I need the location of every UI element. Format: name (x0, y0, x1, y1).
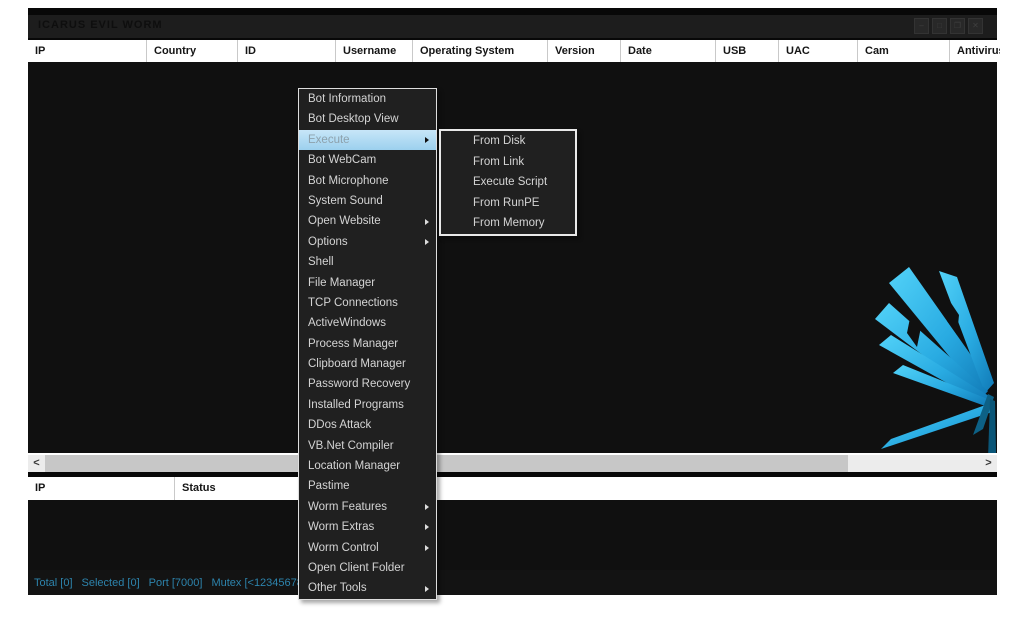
column-header-os[interactable]: Operating System (413, 40, 548, 62)
menu-item-options-label: Options (308, 236, 348, 248)
status-list-panel (28, 500, 997, 570)
column-header-date[interactable]: Date (621, 40, 716, 62)
submenu-arrow-icon (425, 219, 429, 225)
submenu-arrow-icon (425, 137, 429, 143)
menu-item-bot-desktop-view[interactable]: Bot Desktop View (299, 109, 436, 129)
execute-submenu: From Disk From Link Execute Script From … (439, 129, 577, 236)
window-top-border (28, 8, 997, 15)
submenu-arrow-icon (425, 239, 429, 245)
menu-item-other-tools[interactable]: Other Tools (299, 578, 436, 598)
scrollbar-thumb[interactable] (45, 455, 848, 472)
menu-item-bot-microphone[interactable]: Bot Microphone (299, 171, 436, 191)
column-header-version[interactable]: Version (548, 40, 621, 62)
submenu-arrow-icon (425, 524, 429, 530)
menu-item-system-sound[interactable]: System Sound (299, 191, 436, 211)
column-header-ip2[interactable]: IP (0, 477, 175, 500)
submenu-item-from-disk[interactable]: From Disk (441, 131, 575, 152)
horizontal-scrollbar[interactable]: < > (28, 455, 997, 472)
status-bar: Total [0] Selected [0] Port [7000] Mutex… (28, 570, 997, 595)
menu-item-bot-information[interactable]: Bot Information (299, 89, 436, 109)
submenu-item-execute-script[interactable]: Execute Script (441, 172, 575, 193)
menu-item-tcp-connections[interactable]: TCP Connections (299, 293, 436, 313)
column-header-cam[interactable]: Cam (858, 40, 950, 62)
menu-item-activewindows[interactable]: ActiveWindows (299, 313, 436, 333)
menu-item-execute-label: Execute (308, 134, 350, 146)
menu-item-other-tools-label: Other Tools (308, 582, 367, 594)
bot-table-header: IP Country ID Username Operating System … (0, 40, 1000, 62)
status-port: Port [7000] (149, 577, 203, 589)
status-total: Total [0] (34, 577, 73, 589)
menu-item-open-website-label: Open Website (308, 215, 381, 227)
menu-item-worm-extras-label: Worm Extras (308, 521, 374, 533)
menu-item-password-recovery[interactable]: Password Recovery (299, 374, 436, 394)
menu-item-worm-features-label: Worm Features (308, 501, 387, 513)
menu-item-bot-webcam[interactable]: Bot WebCam (299, 150, 436, 170)
menu-item-vbnet-compiler[interactable]: VB.Net Compiler (299, 436, 436, 456)
close-button[interactable]: ✕ (968, 18, 983, 34)
menu-item-clipboard-manager[interactable]: Clipboard Manager (299, 354, 436, 374)
submenu-item-from-memory[interactable]: From Memory (441, 213, 575, 234)
submenu-arrow-icon (425, 545, 429, 551)
status-mutex: Mutex [<12345678] (211, 577, 306, 589)
status-selected: Selected [0] (82, 577, 140, 589)
menu-item-execute[interactable]: Execute (299, 130, 436, 150)
submenu-item-from-runpe[interactable]: From RunPE (441, 193, 575, 214)
status-table-header: IP Status (0, 477, 1000, 500)
menu-item-process-manager[interactable]: Process Manager (299, 334, 436, 354)
menu-item-worm-control[interactable]: Worm Control (299, 538, 436, 558)
scroll-left-arrow[interactable]: < (28, 455, 45, 472)
column-header-country[interactable]: Country (147, 40, 238, 62)
window-title: ICARUS EVIL WORM (38, 19, 163, 31)
column-header-antivirus[interactable]: Antivirus (950, 40, 1000, 62)
submenu-arrow-icon (425, 586, 429, 592)
menu-item-file-manager[interactable]: File Manager (299, 273, 436, 293)
column-header-ip[interactable]: IP (0, 40, 147, 62)
maximize-button[interactable]: □ (932, 18, 947, 34)
submenu-item-from-link[interactable]: From Link (441, 152, 575, 173)
menu-item-worm-control-label: Worm Control (308, 542, 379, 554)
menu-item-ddos-attack[interactable]: DDos Attack (299, 415, 436, 435)
title-bar: ICARUS EVIL WORM – □ ❐ ✕ (28, 15, 997, 38)
icarus-logo (855, 255, 997, 453)
menu-item-worm-extras[interactable]: Worm Extras (299, 517, 436, 537)
column-header-uac[interactable]: UAC (779, 40, 858, 62)
minimize-button[interactable]: – (914, 18, 929, 34)
menu-item-open-client-folder[interactable]: Open Client Folder (299, 558, 436, 578)
column-header-id[interactable]: ID (238, 40, 336, 62)
bot-list-panel (28, 62, 997, 453)
restore-button[interactable]: ❐ (950, 18, 965, 34)
menu-item-location-manager[interactable]: Location Manager (299, 456, 436, 476)
menu-item-pastime[interactable]: Pastime (299, 476, 436, 496)
menu-item-shell[interactable]: Shell (299, 252, 436, 272)
scroll-right-arrow[interactable]: > (980, 455, 997, 472)
submenu-arrow-icon (425, 504, 429, 510)
context-menu: Bot Information Bot Desktop View Execute… (298, 88, 437, 600)
column-header-username[interactable]: Username (336, 40, 413, 62)
window-controls: – □ ❐ ✕ (914, 18, 983, 34)
menu-item-options[interactable]: Options (299, 232, 436, 252)
menu-item-open-website[interactable]: Open Website (299, 211, 436, 231)
menu-item-installed-programs[interactable]: Installed Programs (299, 395, 436, 415)
column-header-usb[interactable]: USB (716, 40, 779, 62)
menu-item-worm-features[interactable]: Worm Features (299, 497, 436, 517)
